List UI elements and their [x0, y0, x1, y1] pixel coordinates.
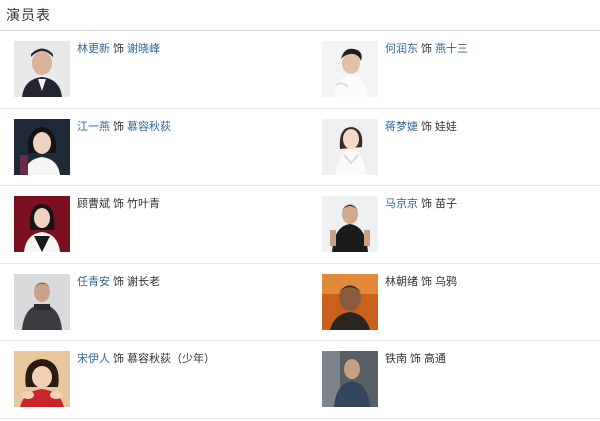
- role-name: 苗子: [435, 197, 457, 210]
- as-word: 饰: [421, 197, 432, 210]
- actor-name: 顾曹斌: [77, 197, 110, 210]
- as-word: 饰: [421, 274, 432, 288]
- portrait-man-denim-icon: [322, 351, 378, 407]
- cast-credit: 宋伊人饰慕容秋荻（少年）: [77, 352, 215, 366]
- cast-credit: 蒋梦婕饰娃娃: [385, 120, 457, 134]
- actor-photo[interactable]: [322, 273, 378, 330]
- portrait-man-orange-icon: [322, 273, 378, 330]
- role-name: 慕容秋荻（少年）: [127, 352, 215, 365]
- as-word: 饰: [421, 42, 432, 55]
- role-name: 高通: [424, 352, 446, 365]
- actor-photo[interactable]: [14, 273, 70, 330]
- actor-name-link[interactable]: 江一燕: [77, 120, 110, 133]
- as-word: 饰: [113, 274, 124, 288]
- cast-credit: 任青安饰谢长老: [77, 275, 160, 289]
- cast-credit: 铁南饰高通: [385, 352, 446, 366]
- as-word: 饰: [113, 119, 124, 133]
- actor-name-link[interactable]: 马京京: [385, 197, 418, 210]
- role-name-link[interactable]: 燕十三: [435, 42, 468, 55]
- actor-photo[interactable]: [14, 196, 70, 252]
- actor-photo[interactable]: [14, 118, 70, 175]
- actor-photo[interactable]: [322, 41, 378, 97]
- actor-photo[interactable]: [322, 196, 378, 252]
- as-word: 饰: [113, 42, 124, 55]
- actor-name-link[interactable]: 何润东: [385, 42, 418, 55]
- portrait-woman-white-icon: [322, 118, 378, 175]
- cast-credit: 马京京饰苗子: [385, 197, 457, 211]
- cast-grid: 林更新饰谢晓峰 何润东饰燕十三 江一燕 饰 慕容秋荻 蒋梦婕 饰 娃娃 顾曹斌 …: [0, 31, 600, 419]
- role-name: 谢长老: [127, 274, 160, 288]
- portrait-woman-dark-icon: [14, 118, 70, 175]
- cast-row: 任青安饰谢长老 林朝绪饰乌鸦: [0, 264, 600, 341]
- actor-photo[interactable]: [322, 351, 378, 407]
- as-word: 饰: [113, 352, 124, 365]
- cast-row: 江一燕饰慕容秋荻 蒋梦婕饰娃娃: [0, 109, 600, 186]
- actor-name-link[interactable]: 林更新: [77, 42, 110, 55]
- cast-list-page: 演员表 林更新饰谢晓峰 何润东 饰 燕十三 江一燕 饰 慕容秋荻 蒋梦婕 饰 娃…: [0, 0, 600, 421]
- portrait-girl-red-icon: [14, 351, 70, 407]
- role-name-link[interactable]: 慕容秋荻: [127, 120, 171, 133]
- portrait-man-white-icon: [322, 41, 378, 97]
- role-name: 竹叶青: [127, 197, 160, 210]
- role-name-link[interactable]: 谢晓峰: [127, 42, 160, 55]
- as-word: 饰: [113, 197, 124, 210]
- actor-name-link[interactable]: 任青安: [77, 275, 110, 288]
- cast-row: 顾曹斌饰竹叶青 马京京饰苗子: [0, 186, 600, 264]
- actor-photo[interactable]: [14, 41, 70, 97]
- portrait-man-black-icon: [322, 196, 378, 252]
- actor-name: 林朝绪: [385, 274, 418, 288]
- cast-credit: 顾曹斌饰竹叶青: [77, 197, 160, 211]
- actor-name-link[interactable]: 蒋梦婕: [385, 120, 418, 133]
- actor-photo[interactable]: [14, 351, 70, 407]
- cast-credit: 林更新饰谢晓峰: [77, 42, 160, 56]
- cast-row: 宋伊人饰慕容秋荻（少年） 铁南饰高通: [0, 341, 600, 419]
- actor-photo[interactable]: [322, 118, 378, 175]
- section-title: 演员表: [6, 8, 51, 24]
- as-word: 饰: [410, 352, 421, 365]
- portrait-man-grey-icon: [14, 273, 70, 330]
- actor-name: 铁南: [385, 352, 407, 365]
- role-name: 娃娃: [435, 119, 457, 133]
- cast-credit: 何润东饰燕十三: [385, 42, 468, 56]
- cast-credit: 林朝绪饰乌鸦: [385, 275, 457, 289]
- as-word: 饰: [421, 119, 432, 133]
- portrait-woman-red-icon: [14, 196, 70, 252]
- portrait-man-suit-icon: [14, 41, 70, 97]
- cast-row: 林更新饰谢晓峰 何润东饰燕十三: [0, 31, 600, 109]
- actor-name-link[interactable]: 宋伊人: [77, 352, 110, 365]
- role-name: 乌鸦: [435, 274, 457, 288]
- cast-credit: 江一燕饰慕容秋荻: [77, 120, 171, 134]
